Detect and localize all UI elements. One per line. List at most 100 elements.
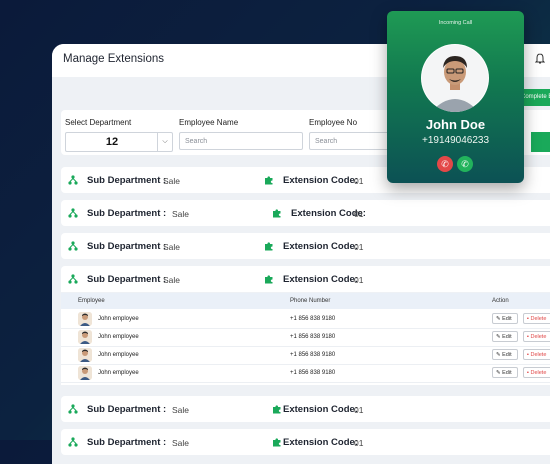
delete-label: Delete [530,352,547,358]
puzzle-icon [273,438,281,447]
delete-label: Delete [530,334,547,340]
avatar [78,312,92,326]
call-status: Incoming Call [438,20,473,26]
edit-label: Edit [502,370,512,376]
edit-label: Edit [502,352,512,358]
sub-department-label: Sub Department : [87,437,167,448]
phone-number: +1 856 838 9180 [290,370,336,376]
hierarchy-icon [68,437,78,447]
phone-icon: ✆ [461,159,469,169]
extension-code-value: 01 [354,208,364,219]
sub-department-value: Sale [172,208,190,219]
decline-call-button[interactable]: ✆ [437,156,453,172]
hierarchy-icon [68,274,78,284]
delete-button[interactable]: ▪ Delete [523,349,550,360]
department-select[interactable]: 12 ⌵ [65,132,173,152]
puzzle-icon [273,209,281,218]
edit-button[interactable]: ✎ Edit [492,349,518,360]
sub-department-value: Sale [163,241,181,252]
phone-number: +1 856 838 9180 [290,316,336,322]
extension-code-label: Extension Code: [283,241,358,252]
employee-name-input[interactable]: Search [179,132,303,150]
extension-code-value: 01 [354,404,364,415]
pencil-icon: ✎ [496,334,501,340]
employee-no-label: Employee No [309,118,358,127]
hierarchy-icon [68,241,78,251]
sub-department-row[interactable]: Sub Department : Sale Extension Code: 01 [61,233,550,259]
pencil-icon: ✎ [496,370,501,376]
table-row: John employee +1 856 838 9180 ✎ Edit ▪ D… [61,364,550,383]
edit-button[interactable]: ✎ Edit [492,331,518,342]
incoming-call-card: Incoming Call John Doe +19149046233 ✆ ✆ [387,11,524,183]
extension-code-label: Extension Code: [283,175,358,186]
column-header-employee: Employee [78,298,105,304]
pencil-icon: ✎ [496,316,501,322]
employee-name: John employee [98,316,139,322]
sub-department-label: Sub Department : [87,208,167,219]
bell-icon[interactable] [535,53,545,65]
column-header-action: Action [492,298,509,304]
employee-name: John employee [98,352,139,358]
caller-name: John Doe [425,117,486,132]
sub-department-label: Sub Department : [87,175,167,186]
table-row: John employee +1 856 838 9180 ✎ Edit ▪ D… [61,310,550,329]
extension-code-label: Extension Code: [283,404,358,415]
avatar [78,348,92,362]
avatar [78,366,92,380]
puzzle-icon [265,176,273,185]
phone-number: +1 856 838 9180 [290,334,336,340]
trash-icon: ▪ [527,316,529,322]
sub-department-value: Sale [172,437,190,448]
delete-label: Delete [530,316,547,322]
table-header: Employee Phone Number Action [61,293,550,309]
sub-department-row[interactable]: Sub Department : Sale Extension Code: 01 [61,200,550,226]
caller-number: +19149046233 [421,135,490,146]
employee-name-label: Employee Name [179,118,239,127]
table-row: John employee +1 856 838 9180 ✎ Edit ▪ D… [61,328,550,347]
extension-code-label: Extension Code: [283,437,358,448]
table-row: John employee +1 856 838 9180 ✎ Edit ▪ D… [61,346,550,365]
delete-button[interactable]: ▪ Delete [523,367,550,378]
phone-hangup-icon: ✆ [441,159,449,169]
sub-department-row[interactable]: Sub Department : Sale Extension Code: 01 [61,429,550,455]
puzzle-icon [265,242,273,251]
trash-icon: ▪ [527,370,529,376]
edit-button[interactable]: ✎ Edit [492,313,518,324]
puzzle-icon [273,405,281,414]
delete-button[interactable]: ▪ Delete [523,313,550,324]
extension-code-value: 01 [354,175,364,186]
extension-code-value: 01 [354,274,364,285]
delete-button[interactable]: ▪ Delete [523,331,550,342]
employee-no-input[interactable]: Search [309,132,399,150]
hierarchy-icon [68,404,78,414]
pencil-icon: ✎ [496,352,501,358]
chevron-down-icon[interactable]: ⌵ [157,133,172,151]
department-label: Select Department [65,118,132,127]
edit-label: Edit [502,334,512,340]
sub-department-row[interactable]: Sub Department : Sale Extension Code: 01 [61,396,550,422]
sub-department-label: Sub Department : [87,274,167,285]
page-title: Manage Extensions [63,53,165,65]
extension-code-value: 01 [354,437,364,448]
sub-department-label: Sub Department : [87,241,167,252]
trash-icon: ▪ [527,352,529,358]
sub-department-label: Sub Department : [87,404,167,415]
puzzle-icon [265,275,273,284]
edit-button[interactable]: ✎ Edit [492,367,518,378]
sub-department-value: Sale [163,175,181,186]
delete-label: Delete [530,370,547,376]
avatar [78,330,92,344]
edit-label: Edit [502,316,512,322]
search-button[interactable] [531,132,550,152]
employee-name: John employee [98,370,139,376]
sub-department-row[interactable]: Sub Department : Sale Extension Code: 01 [61,266,550,292]
phone-number: +1 856 838 9180 [290,352,336,358]
department-value: 12 [105,136,119,148]
extension-code-label: Extension Code: [283,274,358,285]
trash-icon: ▪ [527,334,529,340]
accept-call-button[interactable]: ✆ [457,156,473,172]
hierarchy-icon [68,175,78,185]
employee-table: Employee Phone Number Action John employ… [61,293,550,385]
sub-department-value: Sale [172,404,190,415]
employee-name: John employee [98,334,139,340]
